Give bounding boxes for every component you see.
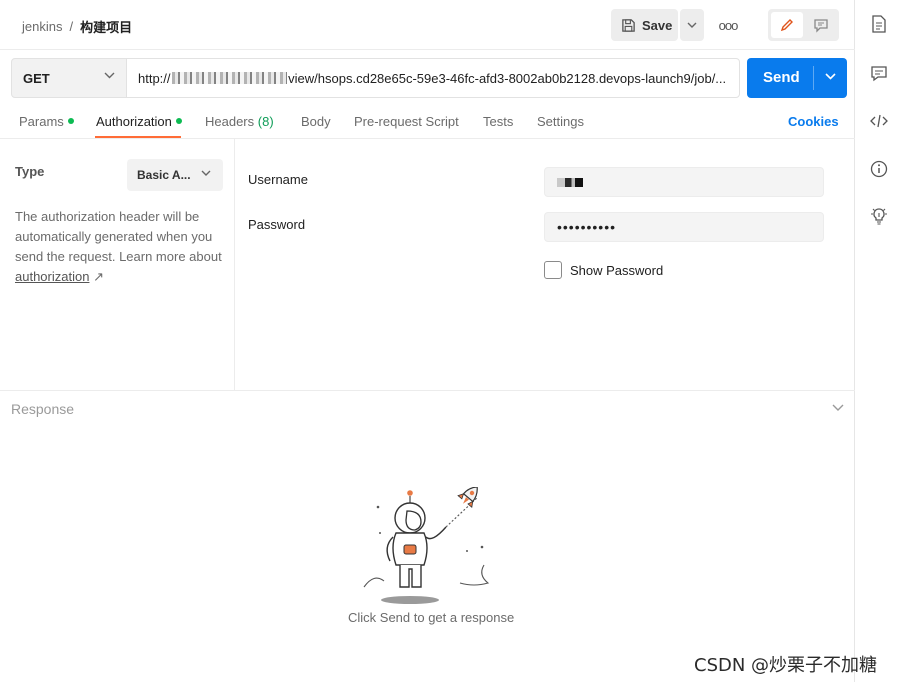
tab-pre-request-script[interactable]: Pre-request Script <box>354 114 459 129</box>
url-path: view/hsops.cd28e65c-59e3-46fc-afd3-8002a… <box>288 70 727 86</box>
breadcrumb: jenkins / 构建项目 <box>22 17 132 36</box>
comment-icon[interactable] <box>869 63 889 83</box>
username-field[interactable] <box>544 167 824 197</box>
view-mode-toggle <box>768 9 839 41</box>
tab-headers[interactable]: Headers (8) <box>205 114 274 129</box>
code-icon[interactable] <box>869 111 889 131</box>
tab-label: Params <box>19 114 64 129</box>
save-options-button[interactable] <box>680 9 704 41</box>
tab-label: Headers <box>205 114 255 129</box>
password-label: Password <box>248 217 306 232</box>
auth-help-text: The authorization header will be automat… <box>15 207 227 287</box>
more-actions-button[interactable]: ooo <box>716 14 740 36</box>
chevron-down-icon[interactable] <box>825 73 836 80</box>
comment-icon <box>814 19 828 33</box>
save-button[interactable]: Save <box>611 9 678 41</box>
status-dot <box>67 118 74 124</box>
tab-label: Settings <box>537 114 584 129</box>
send-label: Send <box>763 69 800 86</box>
chevron-down-icon <box>104 72 115 79</box>
tab-params[interactable]: Params <box>19 114 74 129</box>
show-password-label[interactable]: Show Password <box>570 263 663 278</box>
chevron-down-icon <box>201 170 211 176</box>
show-password-checkbox[interactable] <box>544 261 562 279</box>
authorization-docs-link[interactable]: authorization <box>15 269 89 284</box>
cookies-link[interactable]: Cookies <box>788 114 839 129</box>
right-sidebar <box>855 0 902 682</box>
pencil-icon <box>780 19 793 32</box>
auth-type-panel: Type Basic A... The authorization header… <box>3 139 235 390</box>
tab-tests[interactable]: Tests <box>483 114 513 129</box>
info-icon[interactable] <box>869 159 889 179</box>
tab-label: Pre-request Script <box>354 114 459 129</box>
send-divider <box>813 66 814 90</box>
url-prefix: http:// <box>138 70 171 86</box>
tab-settings[interactable]: Settings <box>537 114 584 129</box>
tab-label: Authorization <box>96 114 172 129</box>
chevron-down-icon <box>687 22 697 28</box>
auth-help-body: The authorization header will be automat… <box>15 209 222 264</box>
document-icon[interactable] <box>869 14 889 34</box>
lightbulb-icon[interactable] <box>869 206 889 226</box>
auth-type-value: Basic A... <box>137 168 191 182</box>
tab-label: Body <box>301 114 331 129</box>
http-method-value: GET <box>23 70 50 86</box>
astronaut-illustration <box>363 487 490 604</box>
auth-type-select[interactable]: Basic A... <box>127 159 223 191</box>
more-icon: ooo <box>718 17 739 33</box>
headers-count: (8) <box>257 114 274 129</box>
active-tab-indicator <box>95 136 181 138</box>
response-panel: Response Click Send to get a response <box>0 390 855 682</box>
http-method-select[interactable]: GET <box>11 58 127 98</box>
tab-authorization[interactable]: Authorization <box>96 114 182 129</box>
request-workspace: jenkins / 构建项目 Save ooo GET http:// view… <box>0 0 855 682</box>
response-empty-hint: Click Send to get a response <box>348 610 515 625</box>
username-label: Username <box>248 172 308 187</box>
password-field[interactable]: •••••••••• <box>544 212 824 242</box>
request-header: jenkins / 构建项目 Save ooo <box>0 0 855 50</box>
save-label: Save <box>642 17 673 33</box>
status-dot <box>175 118 182 124</box>
chevron-down-icon[interactable] <box>832 404 844 412</box>
password-value: •••••••••• <box>557 219 617 235</box>
redacted-host <box>171 72 288 84</box>
watermark: CSDN @炒栗子不加糖 <box>694 655 878 676</box>
send-button[interactable]: Send <box>747 58 847 98</box>
save-icon <box>622 18 635 32</box>
request-name[interactable]: 构建项目 <box>80 17 132 36</box>
external-link-icon: ↗ <box>93 269 104 284</box>
url-input[interactable]: http:// view/hsops.cd28e65c-59e3-46fc-af… <box>126 58 740 98</box>
breadcrumb-collection[interactable]: jenkins <box>22 19 62 34</box>
edit-mode-button[interactable] <box>771 12 803 38</box>
auth-type-label: Type <box>15 164 45 179</box>
comment-mode-button[interactable] <box>806 12 836 38</box>
response-title: Response <box>11 401 75 417</box>
tab-body[interactable]: Body <box>301 114 331 129</box>
redacted-username <box>557 177 583 187</box>
request-tabs: Params Authorization Headers (8) Body Pr… <box>0 104 855 139</box>
breadcrumb-separator: / <box>69 19 74 34</box>
tab-label: Tests <box>483 114 514 129</box>
